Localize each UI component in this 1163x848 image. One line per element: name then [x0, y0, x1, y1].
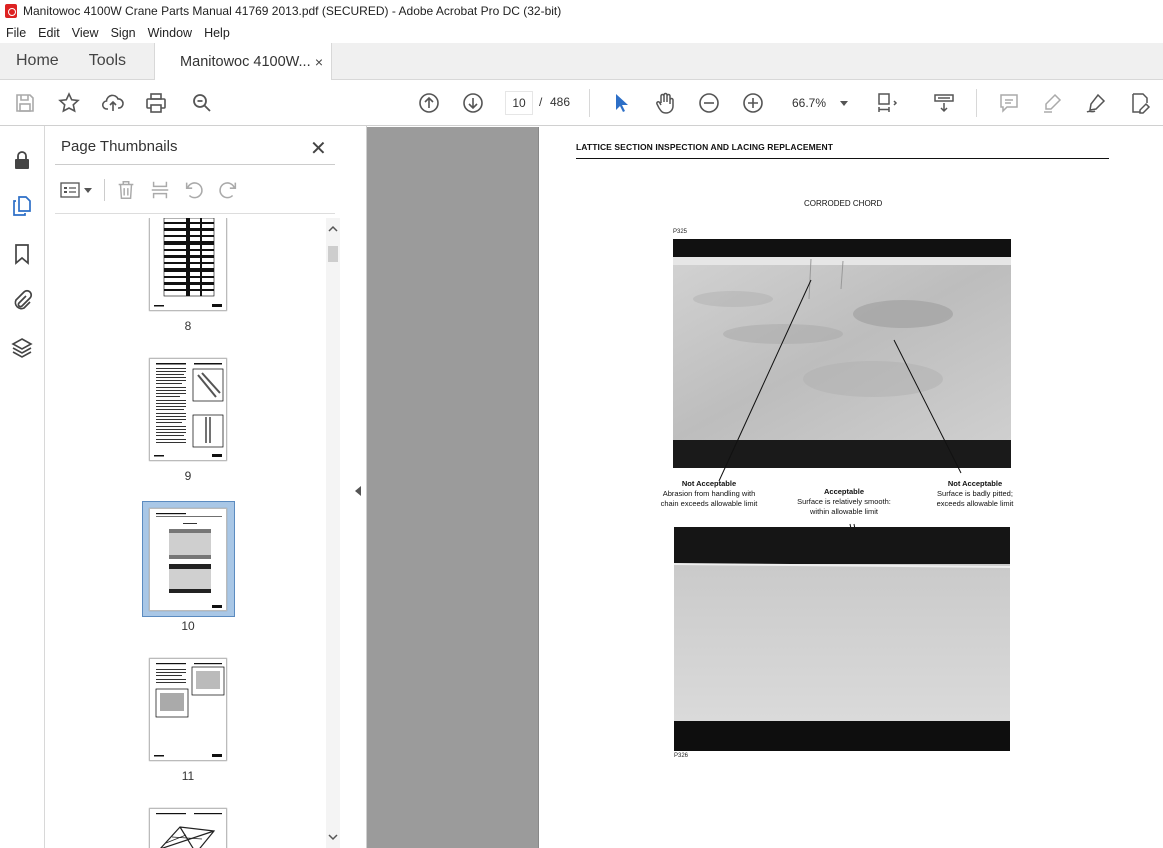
toolbar-divider [589, 89, 590, 117]
edit-pdf-icon[interactable] [1127, 90, 1153, 116]
document-canvas-background [367, 127, 538, 848]
menu-view[interactable]: View [66, 26, 105, 40]
sign-pen-icon[interactable] [1083, 90, 1109, 116]
star-icon[interactable] [56, 90, 82, 116]
pdf-page: LATTICE SECTION INSPECTION AND LACING RE… [538, 127, 1163, 848]
rotate-counterclockwise-icon[interactable] [183, 179, 205, 201]
zoom-search-icon[interactable] [189, 90, 215, 116]
thumbnail-options-menu[interactable] [60, 179, 94, 201]
upload-cloud-icon[interactable] [100, 90, 126, 116]
previous-page-icon[interactable] [416, 90, 442, 116]
tab-home[interactable]: Home [0, 43, 73, 79]
comment-icon[interactable] [996, 90, 1022, 116]
save-icon[interactable] [12, 90, 38, 116]
attachment-icon[interactable] [10, 288, 34, 312]
thumbnail-list: 8 9 10 11 [45, 218, 325, 848]
thumbnail-label: 10 [181, 619, 195, 633]
chevron-down-icon [84, 187, 92, 193]
thumbnail-image [154, 363, 224, 457]
scroll-up-arrow-icon[interactable] [326, 222, 340, 236]
panel-divider [55, 164, 335, 165]
toolbar-divider [976, 89, 977, 117]
menu-help[interactable]: Help [198, 26, 236, 40]
thumbnail-label: 8 [184, 319, 192, 333]
page-separator: / [539, 95, 543, 109]
page-total: 486 [550, 95, 571, 109]
caption-line: Surface is badly pitted; [937, 489, 1013, 498]
main-toolbar: 10 / 486 66.7% [0, 80, 1163, 126]
zoom-in-icon[interactable] [740, 90, 766, 116]
lock-icon[interactable] [10, 148, 34, 172]
menu-sign[interactable]: Sign [105, 26, 142, 40]
window-title: Manitowoc 4100W Crane Parts Manual 41769… [23, 4, 562, 18]
list-options-icon [60, 182, 80, 198]
tab-tools[interactable]: Tools [73, 43, 140, 79]
title-bar: Manitowoc 4100W Crane Parts Manual 41769… [0, 0, 1163, 22]
left-rail [0, 126, 45, 848]
corroded-chord-photo-bottom [674, 527, 1010, 751]
caption-not-acceptable-abrasion: Not Acceptable Abrasion from handling wi… [649, 479, 769, 509]
next-page-icon[interactable] [460, 90, 486, 116]
photo-image [674, 527, 1010, 751]
caption-line: exceeds allowable limit [936, 499, 1014, 508]
caption-title: Not Acceptable [681, 479, 737, 488]
panel-tools-divider [104, 179, 105, 201]
zoom-level-select[interactable]: 66.7% [786, 91, 856, 115]
caption-line: within allowable limit [810, 507, 878, 516]
thumbnail-label: 9 [184, 469, 192, 483]
zoom-out-icon[interactable] [696, 90, 722, 116]
caption-line: Abrasion from handling with [662, 489, 756, 498]
tab-close-button[interactable]: × [315, 54, 323, 70]
scroll-down-arrow-icon[interactable] [326, 830, 340, 844]
caption-title: Acceptable [823, 487, 865, 496]
page-thumbnails-icon[interactable] [10, 194, 34, 218]
rotate-clockwise-icon[interactable] [217, 179, 239, 201]
page-number-input[interactable]: 10 [505, 91, 533, 115]
caption-line: chain exceeds allowable limit [660, 499, 758, 508]
thumbnail-image [154, 663, 225, 757]
collapse-panel-arrow-icon[interactable] [355, 486, 361, 496]
thumbnail-image [154, 218, 222, 307]
menu-file[interactable]: File [0, 26, 32, 40]
tab-bar: Home Tools Manitowoc 4100W... × [0, 43, 1163, 80]
extract-pages-icon[interactable] [149, 179, 171, 201]
panel-title: Page Thumbnails [61, 138, 178, 155]
thumbnail-image [156, 513, 222, 608]
panel-divider [55, 213, 335, 214]
caption-acceptable: Acceptable Surface is relatively smooth:… [784, 487, 904, 517]
thumbnail-label: 11 [181, 769, 195, 783]
chevron-down-icon [840, 100, 848, 106]
caption-title: Not Acceptable [947, 479, 1003, 488]
select-cursor-icon[interactable] [608, 90, 634, 116]
scroll-mode-icon[interactable] [931, 90, 957, 116]
thumbnail-scrollbar[interactable] [326, 218, 340, 848]
panel-close-button[interactable]: ✕ [310, 136, 327, 161]
menu-window[interactable]: Window [142, 26, 198, 40]
page-thumbnails-panel: Page Thumbnails ✕ 8 9 10 11 [45, 126, 367, 848]
acrobat-app-icon [5, 4, 17, 18]
bookmark-icon[interactable] [10, 242, 34, 266]
thumbnail-page-9[interactable] [149, 358, 227, 461]
caption-line: Surface is relatively smooth: [797, 497, 891, 506]
menu-edit[interactable]: Edit [32, 26, 66, 40]
print-icon[interactable] [143, 90, 169, 116]
thumbnail-page-10[interactable] [149, 508, 227, 611]
zoom-level-value: 66.7% [792, 96, 827, 110]
caption-not-acceptable-pitted: Not Acceptable Surface is badly pitted; … [925, 479, 1025, 509]
thumbnail-page-12[interactable] [149, 808, 227, 848]
thumbnail-page-11[interactable] [149, 658, 227, 761]
hand-tool-icon[interactable] [652, 90, 678, 116]
menu-bar: File Edit View Sign Window Help [0, 22, 1163, 43]
highlight-pen-icon[interactable] [1039, 90, 1065, 116]
layers-icon[interactable] [10, 336, 34, 360]
delete-page-icon[interactable] [115, 179, 137, 201]
thumbnail-page-8[interactable] [149, 218, 227, 311]
scrollbar-thumb[interactable] [328, 246, 338, 262]
photo-id-bottom: P326 [674, 753, 689, 759]
panel-toolbar [60, 178, 239, 202]
fit-page-icon[interactable] [874, 90, 900, 116]
tab-document[interactable]: Manitowoc 4100W... × [154, 43, 333, 80]
thumbnail-image [156, 813, 222, 848]
tab-document-label: Manitowoc 4100W... [180, 53, 311, 70]
